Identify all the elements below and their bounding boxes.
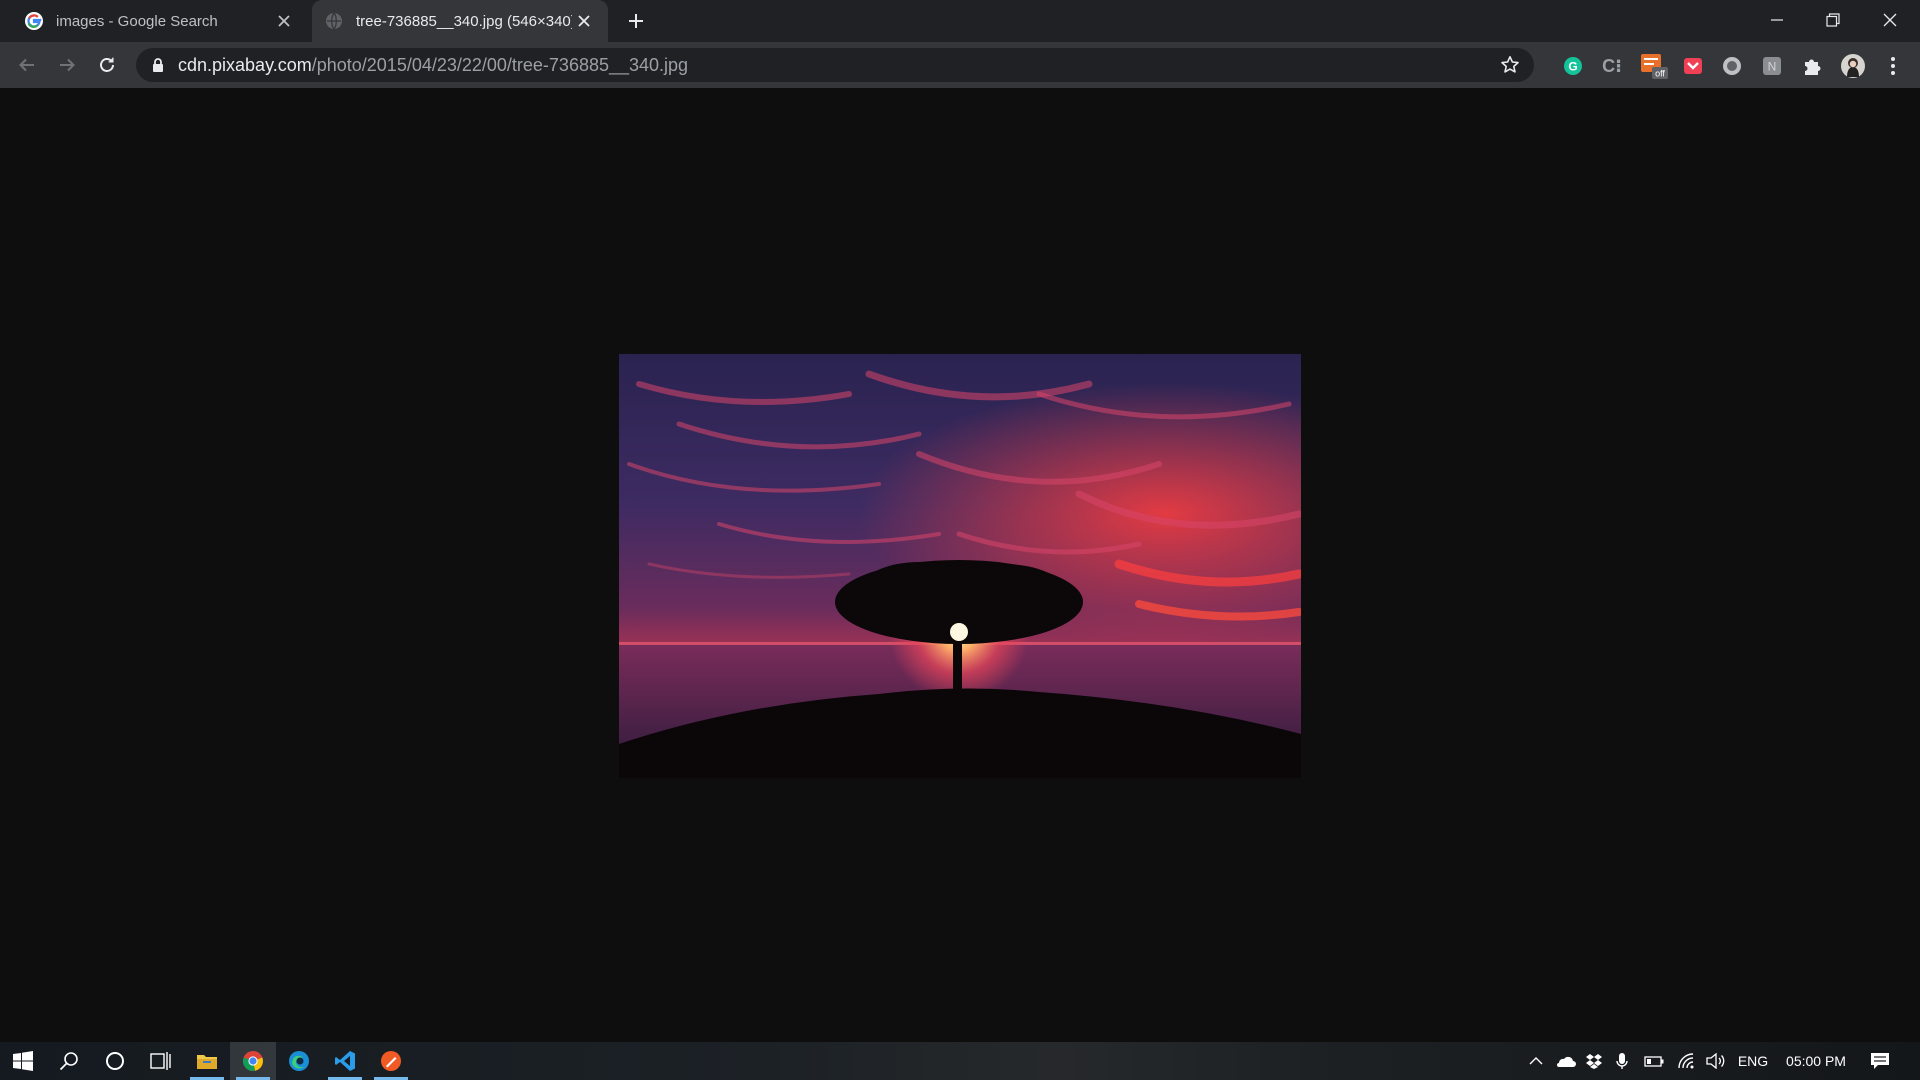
battery-icon bbox=[1644, 1056, 1664, 1067]
reload-button[interactable] bbox=[91, 49, 123, 81]
start-button[interactable] bbox=[0, 1042, 46, 1080]
cloud-icon bbox=[1557, 1056, 1576, 1067]
search-button[interactable] bbox=[46, 1042, 92, 1080]
dropbox-icon bbox=[1586, 1054, 1602, 1069]
url-host: cdn.pixabay.com bbox=[178, 54, 312, 75]
folder-icon bbox=[197, 1055, 217, 1069]
tab-strip: images - Google Search tree-736885__340.… bbox=[0, 0, 1920, 42]
arrow-right-icon bbox=[60, 58, 75, 72]
cortana-circle-icon bbox=[106, 1052, 124, 1070]
notification-center-icon bbox=[1871, 1053, 1889, 1069]
task-view-button[interactable] bbox=[138, 1042, 184, 1080]
new-tab-button[interactable] bbox=[622, 7, 650, 35]
taskbar-file-explorer[interactable] bbox=[184, 1042, 230, 1080]
menu-kebab-icon[interactable] bbox=[1881, 54, 1905, 78]
tray-dropbox[interactable] bbox=[1582, 1042, 1606, 1080]
tray-show-hidden[interactable] bbox=[1524, 1042, 1548, 1080]
cortana-button[interactable] bbox=[92, 1042, 138, 1080]
page-content bbox=[0, 88, 1920, 1042]
back-button[interactable] bbox=[11, 49, 43, 81]
extension-cb-icon[interactable]: C⁝ bbox=[1600, 54, 1624, 78]
restore-icon bbox=[1826, 13, 1840, 27]
arrow-left-icon bbox=[19, 58, 34, 72]
task-view-icon bbox=[150, 1052, 171, 1070]
tab-title: images - Google Search bbox=[56, 12, 218, 30]
tray-onedrive[interactable] bbox=[1552, 1042, 1578, 1080]
tray-battery[interactable] bbox=[1642, 1042, 1666, 1080]
tab-google-search[interactable]: images - Google Search bbox=[12, 0, 308, 42]
taskbar-app-orange[interactable] bbox=[368, 1042, 414, 1080]
extension-cb-label: C⁝ bbox=[1602, 55, 1622, 76]
minimize-button[interactable] bbox=[1749, 0, 1805, 40]
window-close-button[interactable] bbox=[1862, 0, 1918, 40]
sunset-tree-image[interactable] bbox=[619, 354, 1301, 778]
sunset-tree-photo bbox=[619, 354, 1301, 778]
tray-clock[interactable]: 05:00 PM bbox=[1780, 1042, 1852, 1080]
windows-logo-icon bbox=[13, 1051, 33, 1071]
microphone-icon bbox=[1616, 1053, 1628, 1069]
tray-notifications[interactable] bbox=[1866, 1042, 1894, 1080]
profile-avatar-icon[interactable] bbox=[1840, 53, 1866, 79]
tray-volume[interactable] bbox=[1704, 1042, 1728, 1080]
browser-toolbar: cdn.pixabay.com/photo/2015/04/23/22/00/t… bbox=[0, 42, 1920, 88]
forward-button[interactable] bbox=[51, 49, 83, 81]
circle-extension-icon[interactable] bbox=[1720, 54, 1744, 78]
tray-microphone[interactable] bbox=[1612, 1042, 1632, 1080]
plus-icon bbox=[629, 14, 643, 28]
minimize-icon bbox=[1771, 19, 1783, 21]
grammarly-icon[interactable]: G bbox=[1561, 54, 1585, 78]
close-icon[interactable] bbox=[272, 9, 296, 33]
chrome-icon bbox=[243, 1051, 263, 1071]
pocket-icon[interactable] bbox=[1681, 54, 1705, 78]
close-icon[interactable] bbox=[572, 9, 596, 33]
tab-title: tree-736885__340.jpg (546×340) bbox=[356, 12, 572, 30]
chevron-up-icon bbox=[1529, 1057, 1543, 1065]
orange-app-icon bbox=[381, 1051, 401, 1071]
star-icon[interactable] bbox=[1500, 55, 1520, 75]
globe-icon bbox=[326, 12, 342, 30]
lock-icon[interactable] bbox=[150, 57, 166, 73]
extension-n-icon[interactable]: N bbox=[1760, 54, 1784, 78]
tab-image[interactable]: tree-736885__340.jpg (546×340) bbox=[312, 0, 608, 42]
restore-button[interactable] bbox=[1805, 0, 1861, 40]
tray-wifi[interactable] bbox=[1674, 1042, 1698, 1080]
close-icon bbox=[1883, 13, 1897, 27]
off-badge: off bbox=[1655, 69, 1665, 79]
reload-icon bbox=[100, 57, 114, 72]
wifi-icon bbox=[1678, 1053, 1694, 1069]
url-path: /photo/2015/04/23/22/00/tree-736885__340… bbox=[311, 54, 689, 75]
windows-taskbar: ENG 05:00 PM bbox=[0, 1042, 1920, 1080]
url-text[interactable]: cdn.pixabay.com/photo/2015/04/23/22/00/t… bbox=[178, 55, 688, 76]
extension-n-letter: N bbox=[1768, 60, 1777, 74]
search-icon bbox=[59, 1052, 78, 1071]
taskbar-chrome[interactable] bbox=[230, 1042, 276, 1080]
vscode-icon bbox=[335, 1051, 355, 1071]
extension-off-icon[interactable]: off bbox=[1640, 54, 1668, 79]
google-g-icon bbox=[25, 12, 43, 30]
puzzle-icon[interactable] bbox=[1800, 54, 1824, 78]
tray-language[interactable]: ENG bbox=[1734, 1042, 1772, 1080]
taskbar-vscode[interactable] bbox=[322, 1042, 368, 1080]
taskbar-edge[interactable] bbox=[276, 1042, 322, 1080]
grammarly-letter: G bbox=[1568, 60, 1577, 74]
speaker-icon bbox=[1706, 1053, 1725, 1069]
address-bar[interactable]: cdn.pixabay.com/photo/2015/04/23/22/00/t… bbox=[136, 48, 1534, 82]
edge-icon bbox=[289, 1051, 309, 1071]
